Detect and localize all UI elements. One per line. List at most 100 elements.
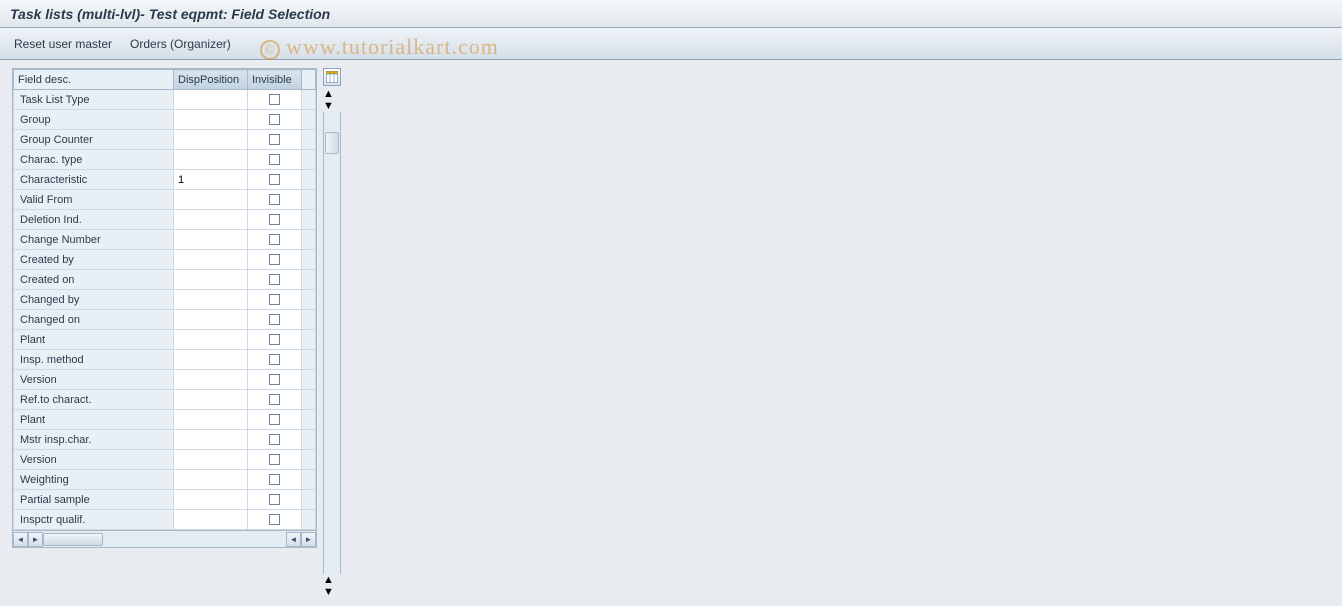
invisible-checkbox[interactable]	[269, 514, 280, 525]
cell-disp-position[interactable]	[174, 330, 248, 350]
cell-disp-position[interactable]	[174, 470, 248, 490]
invisible-checkbox[interactable]	[269, 454, 280, 465]
cell-field-desc[interactable]: Created on	[14, 270, 174, 290]
invisible-checkbox[interactable]	[269, 214, 280, 225]
scroll-left-end-icon[interactable]: ◄	[286, 532, 301, 547]
cell-field-desc[interactable]: Charac. type	[14, 150, 174, 170]
cell-field-desc[interactable]: Version	[14, 450, 174, 470]
cell-field-desc[interactable]: Task List Type	[14, 90, 174, 110]
invisible-checkbox[interactable]	[269, 114, 280, 125]
invisible-checkbox[interactable]	[269, 394, 280, 405]
scroll-up-icon[interactable]: ▲	[323, 88, 341, 100]
scroll-up-end-icon[interactable]: ▲	[323, 574, 341, 586]
cell-tail	[302, 310, 316, 330]
cell-field-desc[interactable]: Weighting	[14, 470, 174, 490]
h-scroll-thumb[interactable]	[43, 533, 103, 546]
cell-field-desc[interactable]: Change Number	[14, 230, 174, 250]
invisible-checkbox[interactable]	[269, 354, 280, 365]
cell-disp-position[interactable]	[174, 190, 248, 210]
cell-disp-position[interactable]	[174, 210, 248, 230]
invisible-checkbox[interactable]	[269, 314, 280, 325]
cell-invisible	[248, 190, 302, 210]
cell-disp-position[interactable]	[174, 370, 248, 390]
cell-field-desc[interactable]: Inspctr qualif.	[14, 510, 174, 530]
cell-field-desc[interactable]: Version	[14, 370, 174, 390]
cell-field-desc[interactable]: Group Counter	[14, 130, 174, 150]
cell-field-desc[interactable]: Characteristic	[14, 170, 174, 190]
cell-field-desc[interactable]: Deletion Ind.	[14, 210, 174, 230]
cell-disp-position[interactable]	[174, 130, 248, 150]
orders-organizer-button[interactable]: Orders (Organizer)	[130, 37, 231, 51]
table-row: Created by	[14, 250, 316, 270]
column-header-invisible[interactable]: Invisible	[248, 70, 302, 90]
cell-field-desc[interactable]: Valid From	[14, 190, 174, 210]
cell-disp-position[interactable]	[174, 90, 248, 110]
scroll-right-step-icon[interactable]: ►	[28, 532, 43, 547]
invisible-checkbox[interactable]	[269, 434, 280, 445]
cell-field-desc[interactable]: Insp. method	[14, 350, 174, 370]
invisible-checkbox[interactable]	[269, 414, 280, 425]
cell-disp-position[interactable]	[174, 490, 248, 510]
cell-field-desc[interactable]: Plant	[14, 330, 174, 350]
invisible-checkbox[interactable]	[269, 374, 280, 385]
invisible-checkbox[interactable]	[269, 274, 280, 285]
invisible-checkbox[interactable]	[269, 174, 280, 185]
table-row: Group	[14, 110, 316, 130]
cell-disp-position[interactable]	[174, 410, 248, 430]
scroll-left-icon[interactable]: ◄	[13, 532, 28, 547]
cell-field-desc[interactable]: Partial sample	[14, 490, 174, 510]
cell-field-desc[interactable]: Changed by	[14, 290, 174, 310]
cell-disp-position[interactable]	[174, 450, 248, 470]
cell-disp-position[interactable]	[174, 150, 248, 170]
scroll-down-end-icon[interactable]: ▼	[323, 586, 341, 598]
table-row: Plant	[14, 410, 316, 430]
cell-tail	[302, 450, 316, 470]
cell-disp-position[interactable]	[174, 290, 248, 310]
column-header-disp-position[interactable]: DispPosition	[174, 70, 248, 90]
invisible-checkbox[interactable]	[269, 294, 280, 305]
cell-disp-position[interactable]	[174, 250, 248, 270]
title-bar: Task lists (multi-lvl)- Test eqpmt: Fiel…	[0, 0, 1342, 28]
table-settings-button[interactable]	[323, 68, 341, 86]
cell-invisible	[248, 390, 302, 410]
invisible-checkbox[interactable]	[269, 334, 280, 345]
cell-disp-position[interactable]	[174, 390, 248, 410]
invisible-checkbox[interactable]	[269, 154, 280, 165]
cell-disp-position[interactable]	[174, 230, 248, 250]
cell-disp-position[interactable]	[174, 310, 248, 330]
invisible-checkbox[interactable]	[269, 94, 280, 105]
cell-tail	[302, 170, 316, 190]
cell-field-desc[interactable]: Created by	[14, 250, 174, 270]
cell-field-desc[interactable]: Mstr insp.char.	[14, 430, 174, 450]
cell-field-desc[interactable]: Plant	[14, 410, 174, 430]
invisible-checkbox[interactable]	[269, 494, 280, 505]
cell-disp-position[interactable]	[174, 270, 248, 290]
cell-disp-position[interactable]	[174, 430, 248, 450]
cell-disp-position[interactable]	[174, 510, 248, 530]
v-scroll-track[interactable]	[323, 112, 341, 132]
cell-field-desc[interactable]: Group	[14, 110, 174, 130]
table-row: Partial sample	[14, 490, 316, 510]
scroll-down-step-icon[interactable]: ▼	[323, 100, 341, 112]
column-header-field-desc[interactable]: Field desc.	[14, 70, 174, 90]
invisible-checkbox[interactable]	[269, 134, 280, 145]
invisible-checkbox[interactable]	[269, 234, 280, 245]
reset-user-master-button[interactable]: Reset user master	[14, 37, 112, 51]
v-scroll-thumb[interactable]	[325, 132, 339, 154]
invisible-checkbox[interactable]	[269, 254, 280, 265]
cell-field-desc[interactable]: Ref.to charact.	[14, 390, 174, 410]
cell-field-desc[interactable]: Changed on	[14, 310, 174, 330]
invisible-checkbox[interactable]	[269, 474, 280, 485]
h-scroll-track[interactable]	[43, 532, 286, 547]
table-row: Insp. method	[14, 350, 316, 370]
cell-tail	[302, 410, 316, 430]
cell-disp-position[interactable]: 1	[174, 170, 248, 190]
invisible-checkbox[interactable]	[269, 194, 280, 205]
horizontal-scrollbar[interactable]: ◄ ► ◄ ►	[13, 530, 316, 547]
scroll-right-end-icon[interactable]: ►	[301, 532, 316, 547]
cell-tail	[302, 250, 316, 270]
table-row: Characteristic1	[14, 170, 316, 190]
cell-disp-position[interactable]	[174, 110, 248, 130]
table-row: Changed on	[14, 310, 316, 330]
cell-disp-position[interactable]	[174, 350, 248, 370]
